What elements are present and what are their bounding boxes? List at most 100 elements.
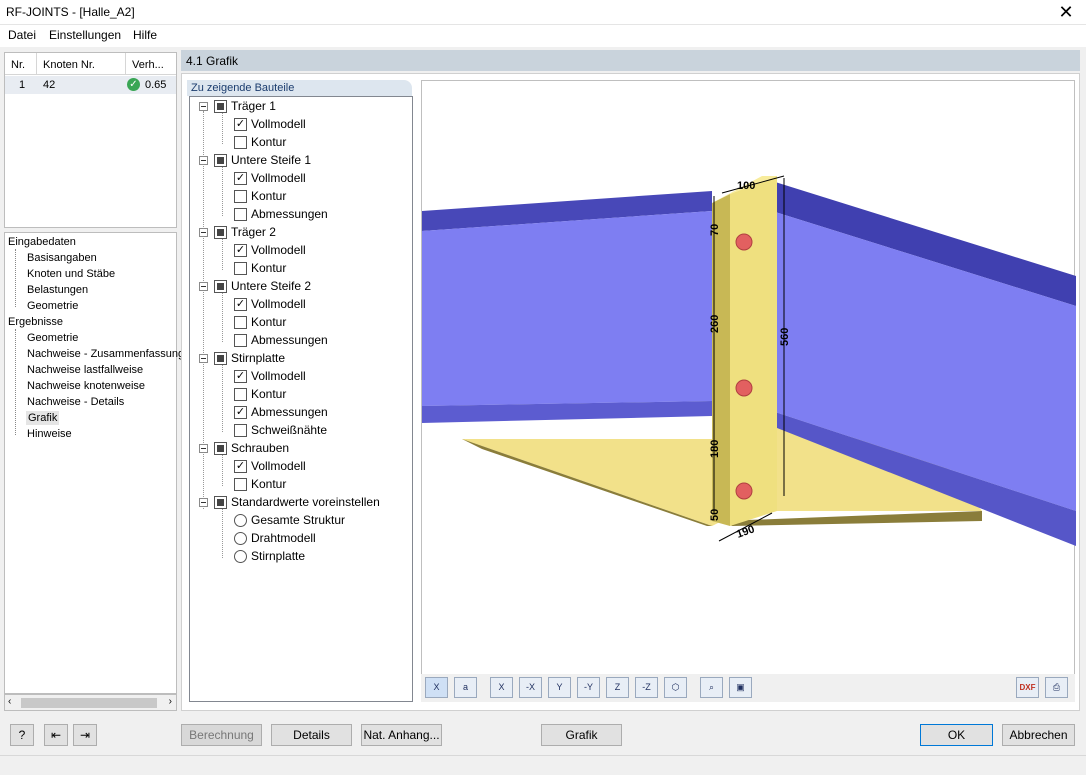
copy-icon[interactable]: ▣ bbox=[729, 677, 752, 698]
item-traeger1-kontur[interactable]: Kontur bbox=[251, 135, 286, 149]
nav-item-details[interactable]: Nachweise - Details bbox=[27, 396, 124, 408]
nat-anhang-button[interactable]: Nat. Anhang... bbox=[361, 724, 442, 746]
item-schrauben-vollmodell[interactable]: Vollmodell bbox=[251, 459, 306, 473]
scroll-thumb[interactable] bbox=[21, 698, 157, 708]
close-icon[interactable]: ✕ bbox=[1046, 0, 1086, 25]
radio-stirnplatte[interactable] bbox=[234, 550, 247, 563]
collapse-icon[interactable] bbox=[199, 498, 208, 507]
group-checkbox-traeger2[interactable] bbox=[214, 226, 227, 239]
item-stirnplatte-schweissnaehte[interactable]: Schweißnähte bbox=[251, 423, 327, 437]
group-checkbox-standardwerte[interactable] bbox=[214, 496, 227, 509]
item-traeger2-kontur[interactable]: Kontur bbox=[251, 261, 286, 275]
collapse-icon[interactable] bbox=[199, 354, 208, 363]
berechnung-button[interactable]: Berechnung bbox=[181, 724, 262, 746]
item-steife1-vollmodell[interactable]: Vollmodell bbox=[251, 171, 306, 185]
group-checkbox-steife1[interactable] bbox=[214, 154, 227, 167]
scroll-right-icon[interactable]: › bbox=[169, 696, 172, 707]
group-traeger1[interactable]: Träger 1 bbox=[231, 99, 276, 113]
group-checkbox-schrauben[interactable] bbox=[214, 442, 227, 455]
zoom-icon[interactable]: ⌕ bbox=[700, 677, 723, 698]
item-traeger1-vollmodell[interactable]: Vollmodell bbox=[251, 117, 306, 131]
item-schrauben-kontur[interactable]: Kontur bbox=[251, 477, 286, 491]
checkbox-traeger2-vollmodell[interactable]: ✓ bbox=[234, 244, 247, 257]
radio-drahtmodell[interactable] bbox=[234, 532, 247, 545]
joint-3d-model[interactable]: 100 70 260 560 180 50 190 bbox=[422, 81, 1076, 675]
item-drahtmodell[interactable]: Drahtmodell bbox=[251, 531, 316, 545]
group-traeger2[interactable]: Träger 2 bbox=[231, 225, 276, 239]
item-stirnplatte-preset[interactable]: Stirnplatte bbox=[251, 549, 305, 563]
menu-hilfe[interactable]: Hilfe bbox=[133, 28, 157, 42]
item-stirnplatte-kontur[interactable]: Kontur bbox=[251, 387, 286, 401]
view-annotation-button[interactable]: a bbox=[454, 677, 477, 698]
group-untere-steife2[interactable]: Untere Steife 2 bbox=[231, 279, 311, 293]
view-z-button[interactable]: Z bbox=[606, 677, 629, 698]
checkbox-steife2-abmessungen[interactable] bbox=[234, 334, 247, 347]
help-icon[interactable]: ? bbox=[10, 724, 34, 746]
collapse-icon[interactable] bbox=[199, 102, 208, 111]
checkbox-traeger1-kontur[interactable] bbox=[234, 136, 247, 149]
group-schrauben[interactable]: Schrauben bbox=[231, 441, 289, 455]
checkbox-traeger2-kontur[interactable] bbox=[234, 262, 247, 275]
col-header-nr[interactable]: Nr. bbox=[5, 53, 37, 75]
view-minus-z-button[interactable]: -Z bbox=[635, 677, 658, 698]
nav-item-belastungen[interactable]: Belastungen bbox=[27, 284, 88, 296]
checkbox-steife1-kontur[interactable] bbox=[234, 190, 247, 203]
scroll-left-icon[interactable]: ‹ bbox=[8, 696, 11, 707]
import-icon[interactable]: ⇤ bbox=[44, 724, 68, 746]
group-untere-steife1[interactable]: Untere Steife 1 bbox=[231, 153, 311, 167]
collapse-icon[interactable] bbox=[199, 228, 208, 237]
checkbox-traeger1-vollmodell[interactable]: ✓ bbox=[234, 118, 247, 131]
collapse-icon[interactable] bbox=[199, 282, 208, 291]
collapse-icon[interactable] bbox=[199, 156, 208, 165]
dxf-export-button[interactable]: DXF bbox=[1016, 677, 1039, 698]
nav-item-geometrie[interactable]: Geometrie bbox=[27, 332, 78, 344]
item-traeger2-vollmodell[interactable]: Vollmodell bbox=[251, 243, 306, 257]
nav-item-hinweise[interactable]: Hinweise bbox=[27, 428, 72, 440]
nav-item-knotenweise[interactable]: Nachweise knotenweise bbox=[27, 380, 145, 392]
checkbox-stirnplatte-kontur[interactable] bbox=[234, 388, 247, 401]
nav-ergebnisse[interactable]: Ergebnisse bbox=[8, 316, 63, 328]
nav-item-geometrie-input[interactable]: Geometrie bbox=[27, 300, 78, 312]
checkbox-schrauben-vollmodell[interactable]: ✓ bbox=[234, 460, 247, 473]
abbrechen-button[interactable]: Abbrechen bbox=[1002, 724, 1075, 746]
nav-item-knoten-staebe[interactable]: Knoten und Stäbe bbox=[27, 268, 115, 280]
checkbox-stirnplatte-schweissnaehte[interactable] bbox=[234, 424, 247, 437]
checkbox-steife2-kontur[interactable] bbox=[234, 316, 247, 329]
group-checkbox-steife2[interactable] bbox=[214, 280, 227, 293]
radio-gesamte-struktur[interactable] bbox=[234, 514, 247, 527]
view-show-x-button[interactable]: X bbox=[425, 677, 448, 698]
view-y-button[interactable]: Y bbox=[548, 677, 571, 698]
ok-button[interactable]: OK bbox=[920, 724, 993, 746]
details-button[interactable]: Details bbox=[271, 724, 352, 746]
view-minus-x-button[interactable]: -X bbox=[519, 677, 542, 698]
nav-item-grafik[interactable]: Grafik bbox=[26, 411, 60, 425]
group-stirnplatte[interactable]: Stirnplatte bbox=[231, 351, 285, 365]
group-standardwerte[interactable]: Standardwerte voreinstellen bbox=[231, 495, 380, 509]
item-steife1-abmessungen[interactable]: Abmessungen bbox=[251, 207, 328, 221]
item-steife1-kontur[interactable]: Kontur bbox=[251, 189, 286, 203]
item-gesamte-struktur[interactable]: Gesamte Struktur bbox=[251, 513, 345, 527]
item-steife2-abmessungen[interactable]: Abmessungen bbox=[251, 333, 328, 347]
col-header-knoten[interactable]: Knoten Nr. bbox=[37, 53, 126, 75]
checkbox-stirnplatte-vollmodell[interactable]: ✓ bbox=[234, 370, 247, 383]
checkbox-stirnplatte-abmessungen[interactable]: ✓ bbox=[234, 406, 247, 419]
nav-eingabedaten[interactable]: Eingabedaten bbox=[8, 236, 76, 248]
item-stirnplatte-abmessungen[interactable]: Abmessungen bbox=[251, 405, 328, 419]
menu-einstellungen[interactable]: Einstellungen bbox=[49, 28, 121, 42]
checkbox-schrauben-kontur[interactable] bbox=[234, 478, 247, 491]
print-icon[interactable]: ⎙ bbox=[1045, 677, 1068, 698]
item-steife2-vollmodell[interactable]: Vollmodell bbox=[251, 297, 306, 311]
nav-item-basisangaben[interactable]: Basisangaben bbox=[27, 252, 97, 264]
view-x-button[interactable]: X bbox=[490, 677, 513, 698]
export-icon[interactable]: ⇥ bbox=[73, 724, 97, 746]
horizontal-scrollbar[interactable]: ‹ › bbox=[4, 694, 177, 711]
graphics-viewport[interactable]: 100 70 260 560 180 50 190 bbox=[421, 80, 1076, 702]
nav-item-lastfallweise[interactable]: Nachweise lastfallweise bbox=[27, 364, 143, 376]
view-minus-y-button[interactable]: -Y bbox=[577, 677, 600, 698]
checkbox-steife1-vollmodell[interactable]: ✓ bbox=[234, 172, 247, 185]
group-checkbox-traeger1[interactable] bbox=[214, 100, 227, 113]
col-header-verh[interactable]: Verh... bbox=[126, 53, 176, 75]
item-stirnplatte-vollmodell[interactable]: Vollmodell bbox=[251, 369, 306, 383]
group-checkbox-stirnplatte[interactable] bbox=[214, 352, 227, 365]
table-row[interactable]: 1 42 ✓ 0.65 bbox=[5, 76, 176, 94]
